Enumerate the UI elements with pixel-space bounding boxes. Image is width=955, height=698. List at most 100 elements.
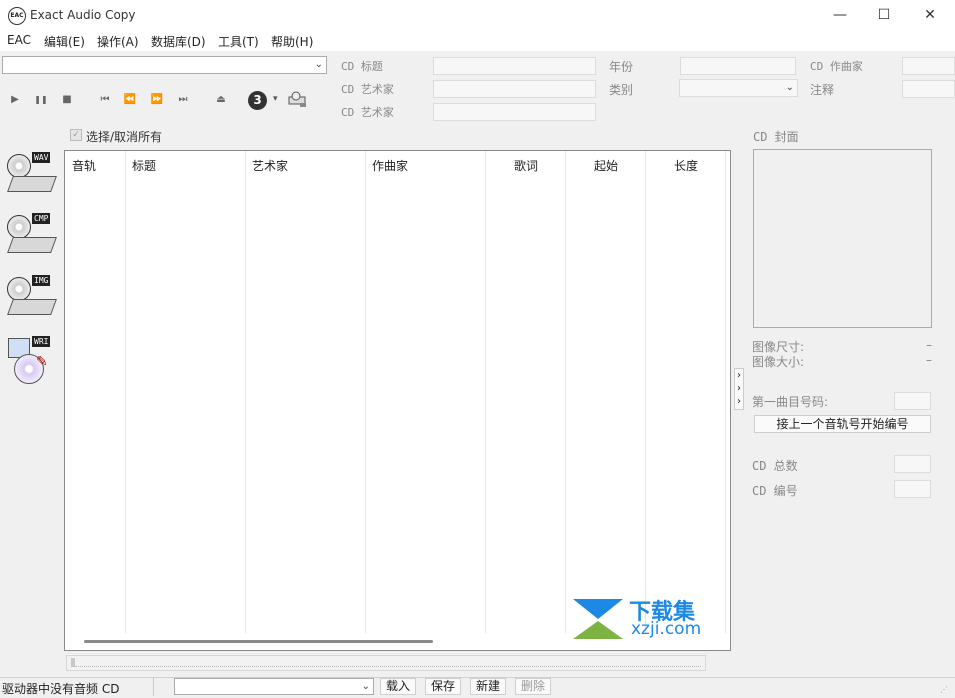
menu-eac[interactable]: EAC [7,33,31,47]
column-title [126,151,246,633]
composer-field[interactable] [902,57,955,75]
column-composer [366,151,486,633]
menu-help[interactable]: 帮助(H) [271,33,313,50]
write-cd-button[interactable]: WRI ✎ [6,336,56,386]
column-artist [246,151,366,633]
menu-bar [0,31,955,51]
header-lyrics[interactable]: 歌词 [514,157,538,174]
cd-number-label: CD 编号 [752,484,798,498]
stop-icon[interactable]: ■ [59,92,75,108]
copy-image-icon [7,299,57,315]
pause-icon[interactable]: ❚❚ [33,92,49,108]
extract-wav-icon [7,176,57,192]
delete-button[interactable]: 删除 [515,678,551,695]
column-start [566,151,646,633]
load-button[interactable]: 载入 [380,678,416,695]
speed-icon[interactable]: 3 [248,91,267,110]
extract-compressed-button[interactable]: CMP [6,213,57,263]
chevron-down-icon: ⌄ [361,681,370,692]
wav-tag: WAV [32,152,51,163]
image-size-value: – [926,338,932,352]
horizontal-scrollbar[interactable] [66,634,729,649]
header-start[interactable]: 起始 [594,157,618,174]
save-button[interactable]: 保存 [425,678,461,695]
eac-logo-icon: EAC [8,7,26,25]
cd-number-field[interactable] [894,480,931,498]
header-length[interactable]: 长度 [674,157,698,174]
maximize-button[interactable]: ☐ [861,0,907,31]
minimize-button[interactable]: — [817,0,863,31]
header-composer[interactable]: 作曲家 [372,157,408,174]
cd-artist2-label: CD 艺术家 [341,106,394,119]
cmp-tag: CMP [32,213,51,224]
menu-database[interactable]: 数据库(D) [151,33,206,50]
header-artist[interactable]: 艺术家 [252,157,288,174]
menu-edit[interactable]: 编辑(E) [44,33,85,50]
play-icon[interactable]: ▶ [7,92,23,108]
comment-field[interactable] [902,80,955,98]
cd-disc-icon [7,277,31,301]
xzji-logo-icon [571,597,627,641]
slider-ticks [75,666,701,668]
image-bytes-label: 图像大小: [752,355,805,369]
header-title[interactable]: 标题 [132,157,156,174]
position-slider[interactable] [66,655,706,671]
eject-icon[interactable]: ⏏ [213,92,229,108]
fast-forward-icon[interactable]: ⏩ [149,92,165,108]
chevron-down-icon: ⌄ [785,82,794,93]
img-tag: IMG [32,275,51,286]
cd-artist-label: CD 艺术家 [341,83,394,96]
first-track-label: 第一曲目号码: [752,395,829,409]
scrollbar-thumb[interactable] [84,640,433,643]
status-divider [153,678,154,696]
cd-cover-image[interactable] [753,149,932,328]
last-track-icon[interactable]: ⏭ [175,92,191,108]
menu-action[interactable]: 操作(A) [97,33,139,50]
copy-image-button[interactable]: IMG [6,275,57,325]
first-track-icon[interactable]: ⏮ [97,92,113,108]
column-lyrics [486,151,566,633]
chevron-down-icon: ⌄ [314,59,323,70]
cd-title-label: CD 标题 [341,60,383,73]
cd-total-field[interactable] [894,455,931,473]
profile-select[interactable]: ⌄ [174,678,374,695]
speed-arrow-icon[interactable]: ▾ [273,94,278,104]
new-button[interactable]: 新建 [470,678,506,695]
cd-total-label: CD 总数 [752,459,798,473]
cd-artist-field[interactable] [433,80,596,98]
composer-label: CD 作曲家 [810,60,863,73]
menu-tools[interactable]: 工具(T) [218,33,259,50]
close-button[interactable]: ✕ [907,0,953,31]
column-track [65,151,126,633]
resize-grip-icon[interactable]: ⋰ [940,685,948,694]
extract-compressed-icon [7,237,57,253]
select-all-checkbox[interactable]: ✓ [70,129,82,141]
image-bytes-value: – [926,353,932,367]
column-length [646,151,726,633]
genre-label: 类别 [609,83,634,97]
cd-disc-icon [7,215,31,239]
status-message: 驱动器中没有音频 CD [2,682,120,696]
continue-numbering-button[interactable]: 接上一个音轨号开始编号 [754,415,931,433]
year-field[interactable] [680,57,796,75]
select-all-label: 选择/取消所有 [86,130,163,144]
cd-title-field[interactable] [433,57,596,75]
title-bar [0,0,955,31]
extract-wav-button[interactable]: WAV [6,152,57,202]
wri-tag: WRI [32,336,51,347]
collapse-panel-button[interactable]: › › › [734,368,744,410]
year-label: 年份 [609,60,634,74]
window-title: Exact Audio Copy [30,8,136,22]
track-list[interactable]: 音轨 标题 艺术家 作曲家 歌词 起始 长度 下载集 xzji.com [64,150,731,651]
drive-options-icon[interactable] [288,91,308,109]
comment-label: 注释 [810,83,835,97]
genre-select[interactable]: ⌄ [679,79,798,97]
header-track[interactable]: 音轨 [72,157,96,174]
cd-artist2-field[interactable] [433,103,596,121]
watermark-url: xzji.com [631,619,702,639]
pen-icon: ✎ [36,354,48,370]
drive-select[interactable]: ⌄ [2,56,327,74]
cd-disc-icon [7,154,31,178]
first-track-field[interactable] [894,392,931,410]
rewind-icon[interactable]: ⏪ [122,92,138,108]
